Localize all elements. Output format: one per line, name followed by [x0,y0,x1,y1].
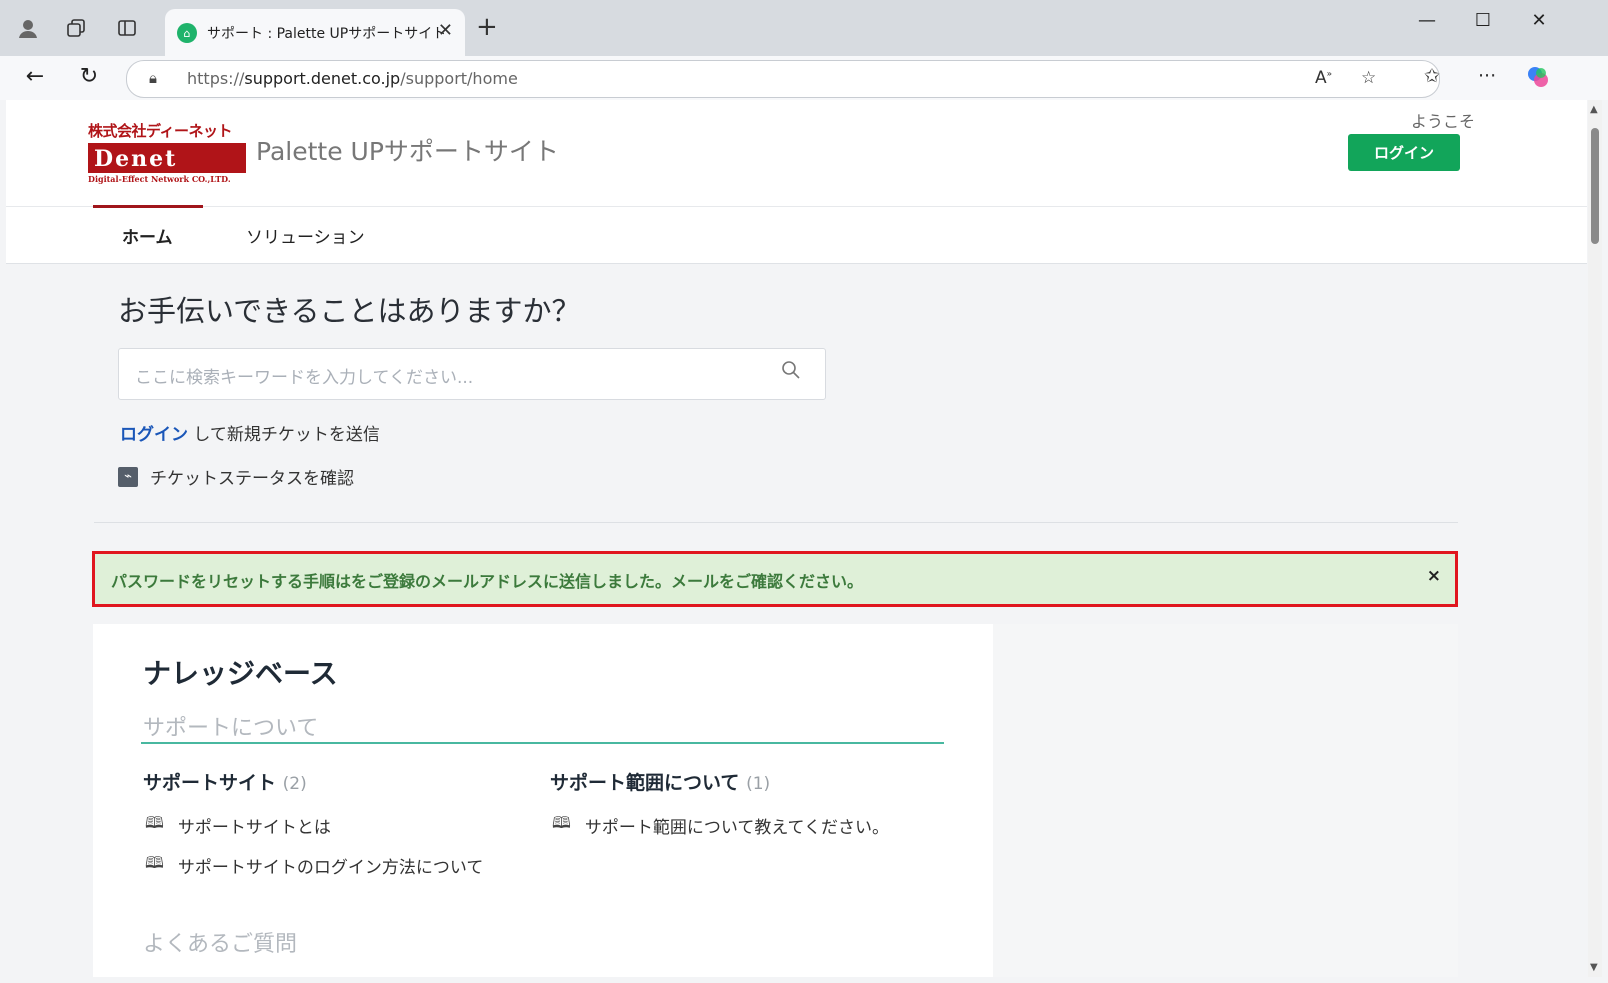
site-favicon-icon: ⌂ [177,23,197,43]
alert-close-icon[interactable]: × [1427,566,1441,586]
new-tab-icon[interactable]: + [476,12,498,42]
ticket-status-label: チケットステータスを確認 [150,469,354,489]
tab-active[interactable]: ⌂ サポート : Palette UPサポートサイト ✕ [165,9,465,56]
book-icon: 🕮︎ [552,813,571,832]
tab-close-icon[interactable]: ✕ [438,20,453,41]
page-viewport: 株式会社ディーネット Denet Digital-Effect Network … [6,100,1587,977]
profile-icon[interactable] [14,14,42,42]
faq-section-title[interactable]: よくあるご質問 [143,926,297,958]
page-scrollbar[interactable]: ▲ ▼ [1588,100,1602,977]
category-support-scope[interactable]: サポート範囲について (1) [550,768,770,795]
address-toolbar: ← ↻ 🔒︎ https://support.denet.co.jp/suppo… [0,56,1608,100]
article-link[interactable]: 🕮︎ サポートサイトとは [145,812,331,839]
success-alert: パスワードをリセットする手順はをご登録のメールアドレスに送信しました。メールをご… [92,551,1458,607]
kb-section-underline [141,742,944,744]
workspaces-icon[interactable] [62,14,90,42]
main-nav: ホーム ソリューション [6,205,1587,264]
reload-icon[interactable]: ↻ [74,64,104,89]
copilot-icon[interactable] [1526,65,1550,94]
alert-message: パスワードをリセットする手順はをご登録のメールアドレスに送信しました。メールをご… [111,572,864,591]
company-logo[interactable]: 株式会社ディーネット Denet Digital-Effect Network … [88,120,248,184]
vertical-tabs-icon[interactable] [113,14,141,42]
knowledge-base-card: ナレッジベース サポートについて サポートサイト (2) 🕮︎ サポートサイトと… [93,624,993,977]
search-input[interactable]: ここに検索キーワードを入力してください... [118,348,826,400]
section-divider [94,522,1458,523]
maximize-icon[interactable]: ☐ [1463,10,1503,31]
tab-title: サポート : Palette UPサポートサイト [207,26,447,42]
nav-item-home[interactable]: ホーム [122,207,173,263]
kb-sidebar [993,624,1458,977]
category-support-site[interactable]: サポートサイト (2) [143,768,307,795]
lock-icon[interactable]: 🔒︎ [149,69,157,87]
login-ticket-line: ログイン して新規チケットを送信 [120,420,380,445]
scroll-down-icon[interactable]: ▼ [1590,962,1598,973]
scroll-up-icon[interactable]: ▲ [1590,104,1598,115]
search-placeholder: ここに検索キーワードを入力してください... [135,368,474,388]
url-text[interactable]: https://support.denet.co.jp/support/home [187,69,518,88]
browser-window: ⌂ サポート : Palette UPサポートサイト ✕ + — ☐ ✕ ← ↻… [0,0,1608,983]
site-header: 株式会社ディーネット Denet Digital-Effect Network … [6,100,1587,206]
welcome-text: ようこそ [1410,112,1475,131]
book-icon: 🕮︎ [145,813,164,832]
tab-strip: ⌂ サポート : Palette UPサポートサイト ✕ + — ☐ ✕ [0,0,1608,56]
kb-section-title[interactable]: サポートについて [143,710,318,742]
back-icon[interactable]: ← [20,64,50,89]
site-title: Palette UPサポートサイト [256,137,559,166]
read-aloud-icon[interactable]: A» [1315,68,1332,88]
nav-item-solutions[interactable]: ソリューション [246,207,365,263]
address-bar[interactable]: 🔒︎ https://support.denet.co.jp/support/h… [126,60,1440,98]
activity-icon: ⌁ [118,466,138,487]
article-link[interactable]: 🕮︎ サポートサイトのログイン方法について [145,852,483,879]
ticket-status-link[interactable]: ⌁ チケットステータスを確認 [118,464,354,489]
minimize-icon[interactable]: — [1407,10,1447,31]
scroll-thumb[interactable] [1591,128,1599,244]
login-ticket-text: して新規チケットを送信 [193,425,380,445]
more-menu-icon[interactable]: ··· [1478,65,1496,87]
search-icon[interactable] [781,360,801,385]
favorites-icon[interactable]: ✩ [1424,65,1440,87]
kb-title: ナレッジベース [143,657,338,690]
login-button[interactable]: ログイン [1348,134,1460,171]
close-window-icon[interactable]: ✕ [1519,10,1559,31]
login-link[interactable]: ログイン [120,425,188,445]
article-link[interactable]: 🕮︎ サポート範囲について教えてください。 [552,812,889,839]
book-icon: 🕮︎ [145,853,164,872]
favorite-star-icon[interactable]: ☆ [1361,68,1376,88]
help-heading: お手伝いできることはありますか？ [118,294,581,328]
